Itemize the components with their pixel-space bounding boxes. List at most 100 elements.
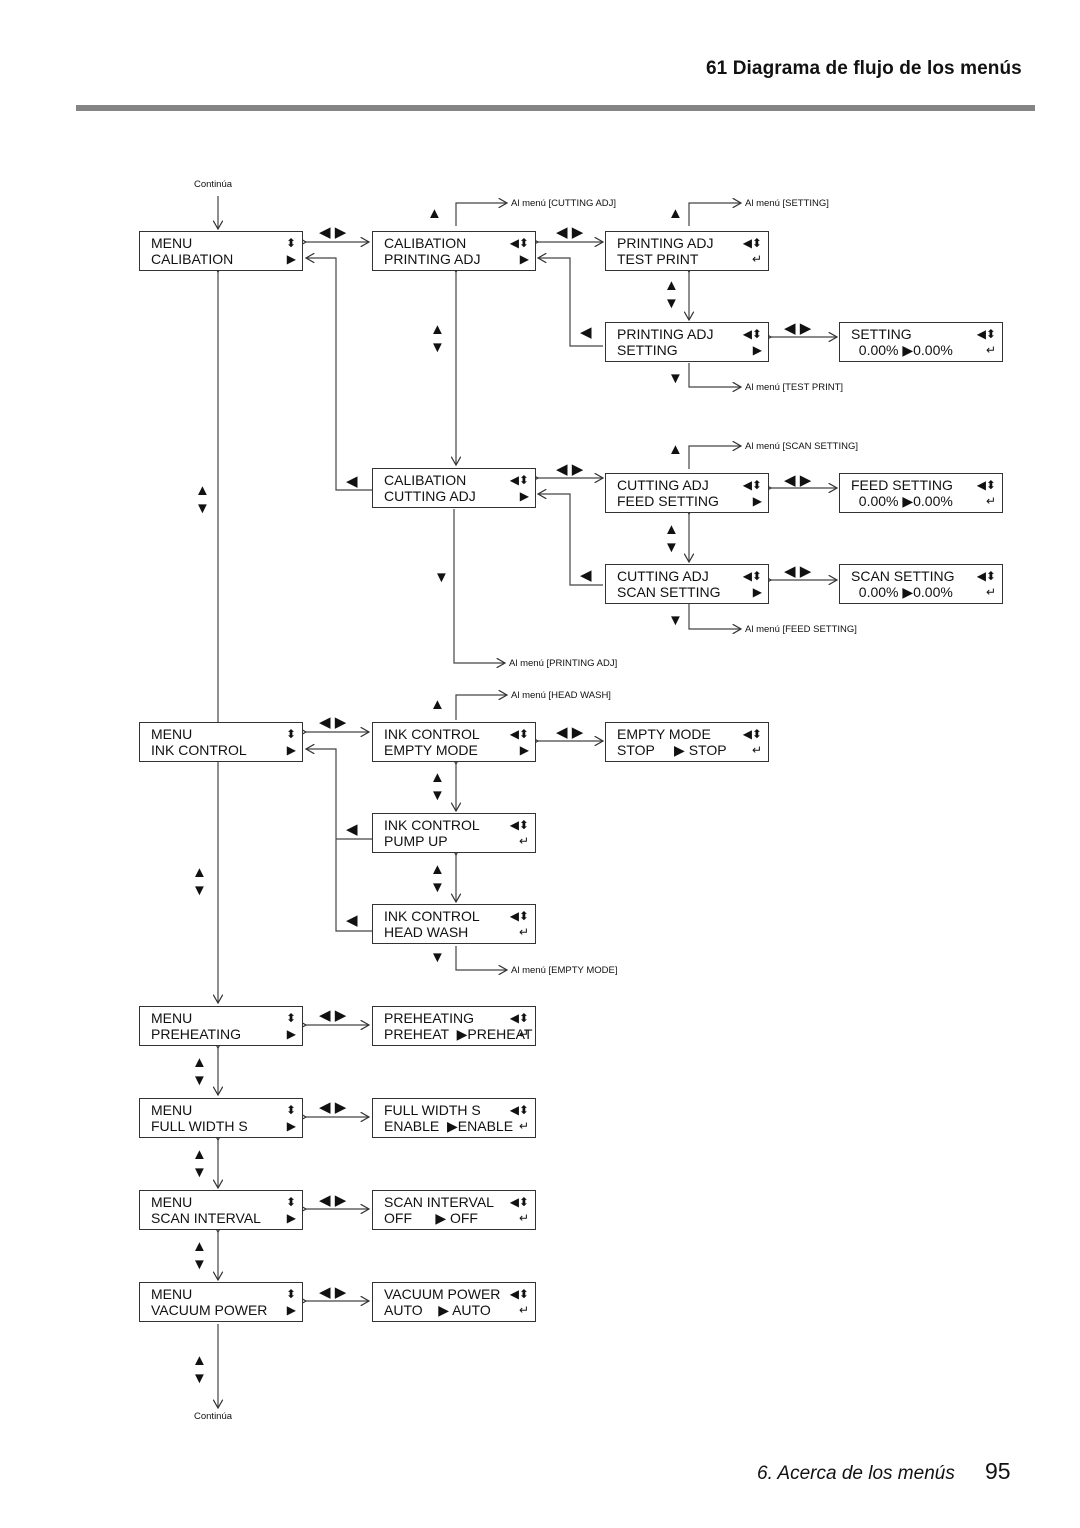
- lcd-line1: VACUUM POWER: [384, 1286, 501, 1302]
- lcd-line2: CALIBATION: [151, 251, 234, 267]
- lcd-line2: PRINTING ADJ: [384, 251, 481, 267]
- left-updown-icon: ◀⬍: [509, 727, 529, 741]
- down-arrow-icon: ▼: [664, 539, 679, 556]
- right-icon: ▶: [286, 252, 296, 266]
- lcd-ink-empty: INK CONTROL EMPTY MODE ◀⬍ ▶: [372, 722, 536, 762]
- right-icon: ▶: [752, 494, 762, 508]
- lcd-line1: CALIBATION: [384, 472, 467, 488]
- lcd-menu-calibation: MENU CALIBATION ⬍ ▶: [139, 231, 303, 271]
- lcd-cutting-scan: CUTTING ADJ SCAN SETTING ◀⬍ ▶: [605, 564, 769, 604]
- lcd-scaninterval-value: SCAN INTERVAL OFF ▶ OFF ◀⬍ ↵: [372, 1190, 536, 1230]
- down-arrow-icon: ▼: [668, 612, 683, 629]
- updown-icon: ⬍: [285, 1011, 296, 1025]
- left-right-arrows-icon: ◀ ▶: [319, 1192, 347, 1209]
- lcd-line1: EMPTY MODE: [617, 726, 711, 742]
- lcd-line2: TEST PRINT: [617, 251, 699, 267]
- updown-icon: ⬍: [285, 236, 296, 250]
- down-arrow-icon: ▼: [430, 879, 445, 896]
- lcd-line2: VACUUM POWER: [151, 1302, 268, 1318]
- lcd-line2: SCAN INTERVAL: [151, 1210, 261, 1226]
- left-updown-icon: ◀⬍: [509, 236, 529, 250]
- right-icon: ▶: [286, 1211, 296, 1225]
- left-right-arrows-icon: ◀ ▶: [319, 1099, 347, 1116]
- up-arrow-icon: ▲: [668, 205, 683, 222]
- up-arrow-icon: ▲: [430, 861, 445, 878]
- lcd-line1: CUTTING ADJ: [617, 477, 709, 493]
- goto-cutting-adj-link: Al menú [CUTTING ADJ]: [511, 198, 617, 209]
- right-icon: ▶: [752, 585, 762, 599]
- enter-icon: ↵: [518, 1303, 529, 1317]
- lcd-ink-pump: INK CONTROL PUMP UP ◀⬍ ↵: [372, 813, 536, 853]
- lcd-menu-fullwidth: MENU FULL WIDTH S ⬍ ▶: [139, 1098, 303, 1138]
- lcd-line2: PREHEAT ▶PREHEAT: [384, 1026, 533, 1042]
- lcd-vacuum-value: VACUUM POWER AUTO ▶ AUTO ◀⬍ ↵: [372, 1282, 536, 1322]
- lcd-line1: CUTTING ADJ: [617, 568, 709, 584]
- lcd-line1: SETTING: [851, 326, 912, 342]
- left-arrow-icon: ◀: [580, 324, 592, 341]
- lcd-menu-scaninterval: MENU SCAN INTERVAL ⬍ ▶: [139, 1190, 303, 1230]
- lcd-line1: MENU: [151, 1010, 193, 1026]
- lcd-ink-head: INK CONTROL HEAD WASH ◀⬍ ↵: [372, 904, 536, 944]
- enter-icon: ↵: [518, 1211, 529, 1225]
- up-arrow-icon: ▲: [192, 1238, 207, 1255]
- page-number: 95: [985, 1458, 1011, 1484]
- lcd-line2: OFF ▶ OFF: [384, 1210, 478, 1226]
- enter-icon: ↵: [985, 494, 996, 508]
- right-icon: ▶: [286, 1027, 296, 1041]
- goto-scan-setting-link: Al menú [SCAN SETTING]: [745, 441, 858, 452]
- updown-icon: ⬍: [285, 727, 296, 741]
- lcd-line2: 0.00% ▶0.00%: [851, 584, 953, 600]
- right-icon: ▶: [286, 1119, 296, 1133]
- goto-printing-adj-link: Al menú [PRINTING ADJ]: [509, 658, 618, 669]
- right-icon: ▶: [519, 252, 529, 266]
- left-updown-icon: ◀⬍: [509, 1011, 529, 1025]
- lcd-empty-value: EMPTY MODE STOP ▶ STOP ◀⬍ ↵: [605, 722, 769, 762]
- lcd-line2: FULL WIDTH S: [151, 1118, 248, 1134]
- down-arrow-icon: ▼: [192, 1164, 207, 1181]
- left-right-arrows-icon: ◀ ▶: [319, 1007, 347, 1024]
- left-updown-icon: ◀⬍: [509, 909, 529, 923]
- lcd-menu-vacuum: MENU VACUUM POWER ⬍ ▶: [139, 1282, 303, 1322]
- up-arrow-icon: ▲: [664, 521, 679, 538]
- enter-icon: ↵: [751, 743, 762, 757]
- lcd-line1: MENU: [151, 1102, 193, 1118]
- left-right-arrows-icon: ◀ ▶: [319, 1284, 347, 1301]
- lcd-line2: STOP ▶ STOP: [617, 742, 727, 758]
- lcd-line1: FULL WIDTH S: [384, 1102, 481, 1118]
- left-arrow-icon: ◀: [346, 821, 358, 838]
- left-updown-icon: ◀⬍: [509, 1195, 529, 1209]
- left-updown-icon: ◀⬍: [976, 327, 996, 341]
- lcd-line1: MENU: [151, 726, 193, 742]
- goto-setting-link: Al menú [SETTING]: [745, 198, 829, 209]
- left-updown-icon: ◀⬍: [742, 236, 762, 250]
- continua-top-label: Continúa: [194, 179, 233, 190]
- right-icon: ▶: [286, 743, 296, 757]
- up-arrow-icon: ▲: [664, 277, 679, 294]
- lcd-line2: 0.00% ▶0.00%: [851, 342, 953, 358]
- footer-section-title: 6. Acerca de los menús: [757, 1463, 955, 1484]
- lcd-preheat-value: PREHEATING PREHEAT ▶PREHEAT ◀⬍ ↵: [372, 1006, 536, 1046]
- enter-icon: ↵: [518, 1119, 529, 1133]
- down-arrow-icon: ▼: [664, 295, 679, 312]
- lcd-line1: INK CONTROL: [384, 908, 480, 924]
- lcd-line1: PRINTING ADJ: [617, 235, 714, 251]
- lcd-line2: 0.00% ▶0.00%: [851, 493, 953, 509]
- left-arrow-icon: ◀: [346, 473, 358, 490]
- lcd-line1: INK CONTROL: [384, 726, 480, 742]
- left-updown-icon: ◀⬍: [742, 727, 762, 741]
- goto-head-wash-link: Al menú [HEAD WASH]: [511, 690, 611, 701]
- right-icon: ▶: [519, 489, 529, 503]
- lcd-scan-value: SCAN SETTING 0.00% ▶0.00% ◀⬍ ↵: [839, 564, 1003, 604]
- lcd-line2: ENABLE ▶ENABLE: [384, 1118, 514, 1134]
- lcd-calib-printing: CALIBATION PRINTING ADJ ◀⬍ ▶: [372, 231, 536, 271]
- down-arrow-icon: ▼: [192, 882, 207, 899]
- up-arrow-icon: ▲: [427, 205, 442, 222]
- lcd-line2: INK CONTROL: [151, 742, 247, 758]
- lcd-line2: SETTING: [617, 342, 678, 358]
- left-updown-icon: ◀⬍: [509, 818, 529, 832]
- down-arrow-icon: ▼: [430, 949, 445, 966]
- lcd-line1: PREHEATING: [384, 1010, 474, 1026]
- left-updown-icon: ◀⬍: [509, 1287, 529, 1301]
- lcd-line2: EMPTY MODE: [384, 742, 478, 758]
- updown-icon: ⬍: [285, 1103, 296, 1117]
